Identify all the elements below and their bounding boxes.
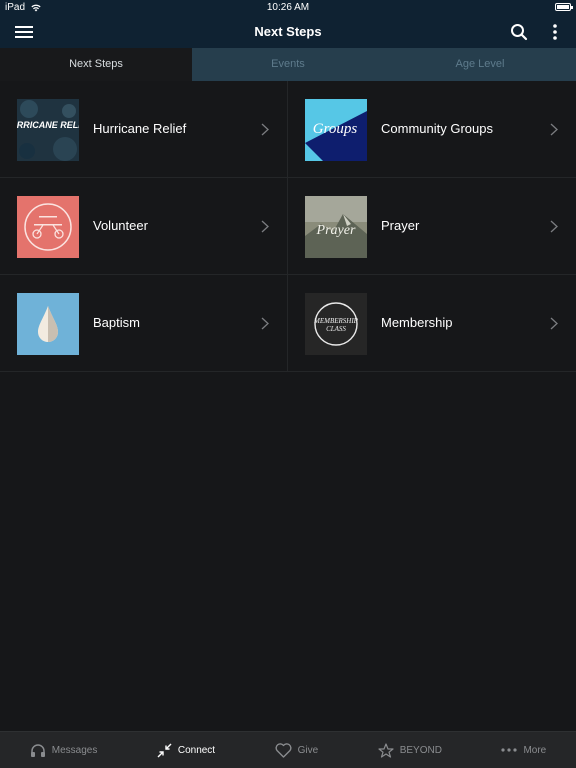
svg-text:CLASS: CLASS [326,325,346,333]
nav-bar: Next Steps [0,16,576,48]
item-baptism[interactable]: Baptism [0,275,288,372]
more-vertical-icon[interactable] [550,23,560,41]
item-hurricane-relief[interactable]: HURRICANE RELIEF Hurricane Relief [0,81,288,178]
heart-icon [275,742,292,758]
bottom-tab-messages[interactable]: Messages [30,743,98,758]
svg-text:HURRICANE RELIEF: HURRICANE RELIEF [17,120,79,130]
chevron-right-icon [261,317,269,330]
item-community-groups[interactable]: Groups Community Groups [288,81,576,178]
next-steps-grid: HURRICANE RELIEF Hurricane Relief Groups… [0,81,576,372]
bottom-tab-give[interactable]: Give [275,742,319,758]
chevron-right-icon [550,123,558,136]
chevron-right-icon [261,123,269,136]
bottom-tab-more[interactable]: More [501,745,546,756]
search-icon[interactable] [510,23,528,41]
status-time: 10:26 AM [266,2,310,13]
baptism-thumbnail [17,293,79,355]
chevron-right-icon [261,220,269,233]
item-label: Volunteer [93,218,148,233]
item-label: Membership [381,315,453,330]
svg-text:Prayer: Prayer [316,223,356,238]
item-volunteer[interactable]: Volunteer [0,178,288,275]
svg-text:Groups: Groups [313,121,358,137]
bottom-tab-label: Connect [177,744,216,756]
svg-text:MEMBERSHIP: MEMBERSHIP [313,317,359,325]
connect-arrows-icon [157,743,172,757]
bottom-tab-bar: Messages Connect Give BEYOND More [0,731,576,768]
bottom-tab-label: More [523,744,547,756]
hurricane-relief-thumbnail: HURRICANE RELIEF [17,99,79,161]
item-label: Prayer [381,218,420,233]
bottom-tab-connect[interactable]: Connect [157,743,215,758]
tab-age-level[interactable]: Age Level [384,48,576,81]
volunteer-thumbnail [17,196,79,258]
tab-next-steps[interactable]: Next Steps [0,48,192,81]
segment-tabs: Next Steps Events Age Level [0,48,576,81]
ellipsis-icon [501,748,518,752]
bottom-tab-beyond[interactable]: BEYOND [378,742,442,758]
status-bar: iPad 10:26 AM [0,0,576,16]
page-title: Next Steps [254,24,322,39]
bottom-tab-label: BEYOND [399,744,442,756]
battery-icon [555,3,573,11]
bottom-tab-label: Messages [51,744,98,756]
item-prayer[interactable]: Prayer Prayer [288,178,576,275]
bottom-tab-label: Give [297,744,319,756]
item-membership[interactable]: MEMBERSHIP CLASS Membership [288,275,576,372]
headphones-icon [30,743,45,757]
chevron-right-icon [550,317,558,330]
item-label: Community Groups [381,121,493,136]
item-label: Hurricane Relief [93,121,187,136]
chevron-right-icon [550,220,558,233]
star-icon [378,742,394,758]
membership-thumbnail: MEMBERSHIP CLASS [305,293,367,355]
prayer-thumbnail: Prayer [305,196,367,258]
community-groups-thumbnail: Groups [305,99,367,161]
tab-events[interactable]: Events [192,48,384,81]
item-label: Baptism [93,315,140,330]
